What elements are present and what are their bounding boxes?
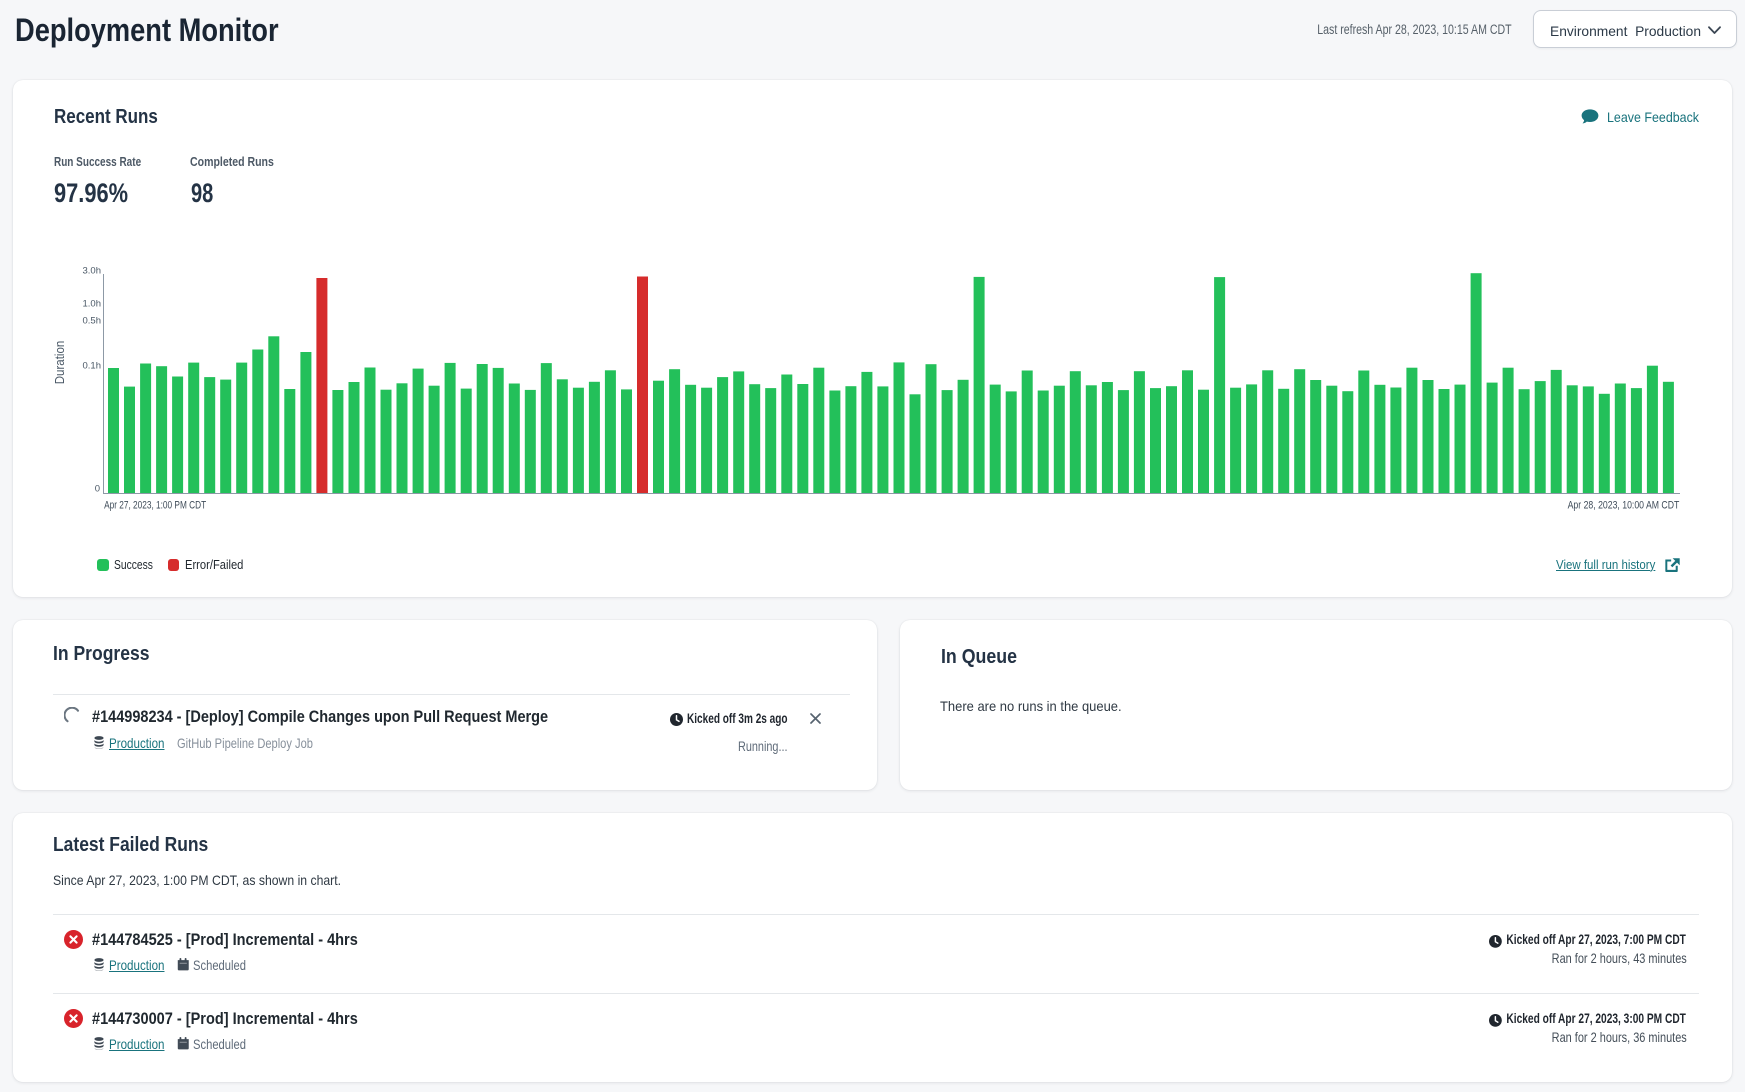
svg-text:1.0h: 1.0h	[83, 298, 102, 309]
svg-text:Apr 28, 2023, 10:00 AM CDT: Apr 28, 2023, 10:00 AM CDT	[1568, 500, 1680, 512]
svg-text:0: 0	[95, 483, 100, 494]
svg-text:Duration: Duration	[52, 341, 67, 385]
svg-text:Apr 27, 2023, 1:00 PM CDT: Apr 27, 2023, 1:00 PM CDT	[104, 499, 206, 511]
svg-text:0.5h: 0.5h	[83, 316, 102, 327]
svg-text:0.1h: 0.1h	[83, 360, 102, 371]
svg-text:3.0h: 3.0h	[83, 265, 102, 276]
